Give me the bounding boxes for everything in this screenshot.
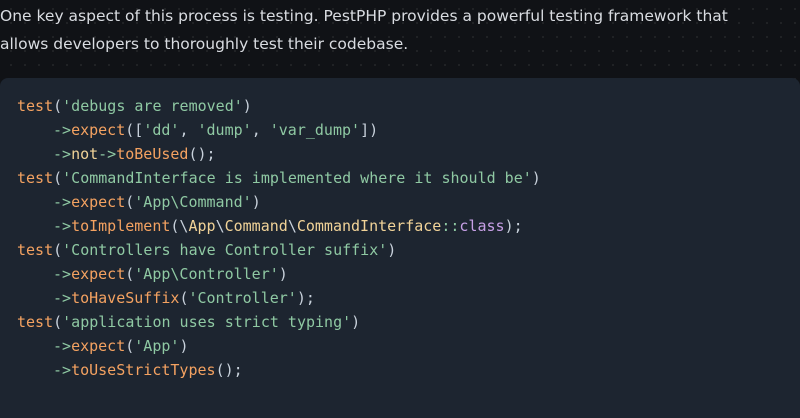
code-token: 'dd' (143, 121, 180, 139)
code-token: expect (71, 121, 126, 139)
code-token: :: (441, 217, 460, 235)
code-token: 'CommandInterface is implemented where i… (62, 169, 532, 187)
code-line: ->toHaveSuffix('Controller'); (17, 286, 800, 310)
code-token: ( (125, 337, 135, 355)
code-token: ) (179, 337, 189, 355)
code-token: test (17, 241, 54, 259)
code-token: ( (53, 241, 63, 259)
code-token: ) (531, 169, 541, 187)
code-token: -> (98, 145, 117, 163)
code-token: -> (53, 121, 72, 139)
code-token: not (71, 145, 99, 163)
code-token: expect (71, 193, 126, 211)
code-token: ) (387, 241, 397, 259)
code-token: 'Controllers have Controller suffix' (62, 241, 388, 259)
code-token: 'debugs are removed' (62, 97, 243, 115)
code-token: , (179, 121, 198, 139)
code-line: ->expect('App\Controller') (17, 262, 800, 286)
code-token: ( (125, 193, 135, 211)
code-token: test (17, 313, 54, 331)
code-block: test('debugs are removed') ->expect(['dd… (0, 78, 800, 418)
code-line: ->expect(['dd', 'dump', 'var_dump']) (17, 118, 800, 142)
code-line: ->toUseStrictTypes(); (17, 358, 800, 382)
code-token: 'application uses strict typing' (62, 313, 352, 331)
code-token: (); (215, 361, 243, 379)
code-token: , (251, 121, 270, 139)
intro-line-1: One key aspect of this process is testin… (0, 7, 728, 25)
code-line: ->toImplement(\App\Command\CommandInterf… (17, 214, 800, 238)
code-token: 'App' (134, 337, 180, 355)
code-token: -> (53, 289, 72, 307)
code-token: expect (71, 265, 126, 283)
code-line: test('Controllers have Controller suffix… (17, 238, 800, 262)
code-token: toImplement (71, 217, 171, 235)
code-token: ( (125, 265, 135, 283)
code-token: test (17, 169, 54, 187)
code-token: ) (251, 193, 261, 211)
code-token: ) (242, 97, 252, 115)
code-line: ->expect('App\Command') (17, 190, 800, 214)
code-token: ( (53, 97, 63, 115)
code-token: -> (53, 145, 72, 163)
code-token: class (459, 217, 505, 235)
code-line: ->not->toBeUsed(); (17, 142, 800, 166)
code-line: test('application uses strict typing') (17, 310, 800, 334)
code-token: 'var_dump' (269, 121, 361, 139)
code-token: test (17, 97, 54, 115)
code-token: 'dump' (197, 121, 252, 139)
code-token: ([ (125, 121, 144, 139)
code-token: (); (188, 145, 216, 163)
code-token: toBeUsed (116, 145, 189, 163)
code-token: Command (224, 217, 288, 235)
code-token: ) (278, 265, 288, 283)
code-token: App (188, 217, 216, 235)
code-token: 'Controller' (188, 289, 297, 307)
intro-paragraph: One key aspect of this process is testin… (0, 2, 790, 58)
code-token: -> (53, 217, 72, 235)
code-line: ->expect('App') (17, 334, 800, 358)
code-token: -> (53, 265, 72, 283)
code-token: \ (215, 217, 225, 235)
code-token: \ (287, 217, 297, 235)
code-token: ]) (360, 121, 379, 139)
code-token: toHaveSuffix (71, 289, 180, 307)
code-token: ); (296, 289, 315, 307)
code-token: ) (351, 313, 361, 331)
code-token: expect (71, 337, 126, 355)
code-line: test('CommandInterface is implemented wh… (17, 166, 800, 190)
code-token: ( (53, 169, 63, 187)
code-token: -> (53, 193, 72, 211)
code-token: CommandInterface (296, 217, 442, 235)
code-token: ); (504, 217, 523, 235)
code-token: ( (53, 313, 63, 331)
code-token: (\ (170, 217, 189, 235)
code-token: -> (53, 337, 72, 355)
code-token: 'App\Command' (134, 193, 252, 211)
code-token: toUseStrictTypes (71, 361, 216, 379)
code-token: -> (53, 361, 72, 379)
code-line: test('debugs are removed') (17, 94, 800, 118)
intro-line-2: allows developers to thoroughly test the… (0, 35, 409, 53)
code-token: 'App\Controller' (134, 265, 279, 283)
